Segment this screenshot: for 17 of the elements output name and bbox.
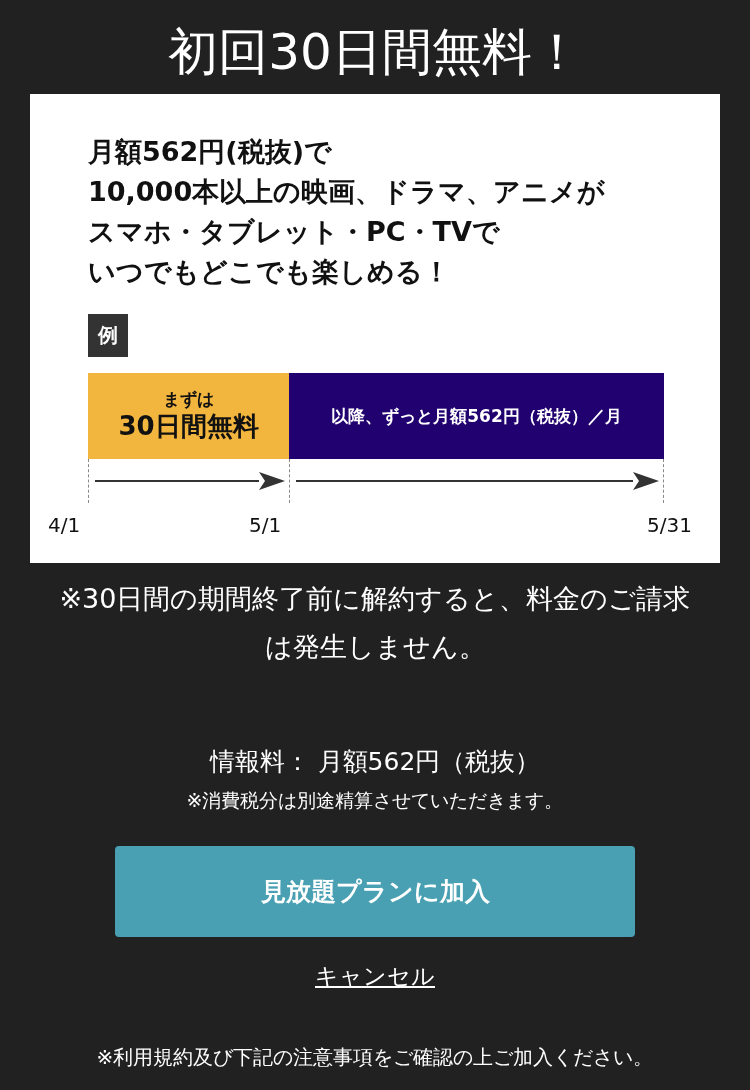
headline-text: スマホ・タブレット・PC・TVで xyxy=(88,215,500,249)
headline-text: いつでもどこでも楽しめる！ xyxy=(88,255,450,289)
cancellation-notice: ※30日間の期間終了前に解約すると、料金のご請求は発生しません。 xyxy=(58,582,692,664)
example-label: 例 xyxy=(88,314,128,357)
date-label: 5/31 xyxy=(647,513,692,537)
period-text: 以降、ずっと月額562円（税抜）／月 xyxy=(331,404,622,428)
headline-text: 月額562円(税抜)で xyxy=(88,135,333,169)
tax-note: ※消費税分は別途精算させていただきます。 xyxy=(186,788,564,813)
terms-note: ※利用規約及び下記の注意事項をご確認の上ご加入ください。 xyxy=(96,1044,654,1071)
headline-text: 10,000本以上の映画、ドラマ、アニメが xyxy=(88,175,606,209)
price-text: 情報料： 月額562円（税抜） xyxy=(209,746,541,778)
period-text: まずは xyxy=(163,388,214,411)
cancel-link[interactable]: キャンセル xyxy=(315,961,435,992)
date-label: 5/1 xyxy=(249,513,282,537)
page-title: 初回30日間無料！ xyxy=(168,22,582,82)
period-text: 30日間無料 xyxy=(118,410,259,444)
date-label: 4/1 xyxy=(48,513,81,537)
